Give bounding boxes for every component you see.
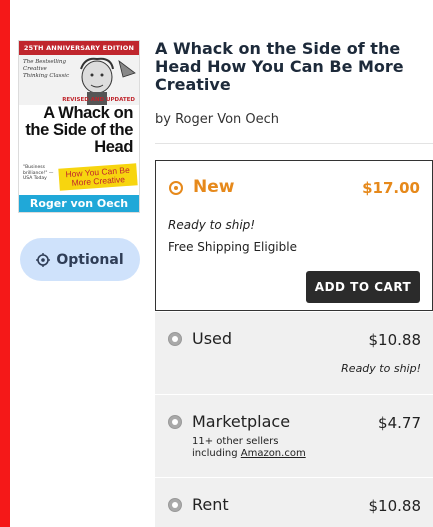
option-new-price: $17.00 (362, 179, 420, 197)
radio-used[interactable] (168, 332, 182, 346)
option-new-free-shipping: Free Shipping Eligible (168, 240, 297, 254)
option-marketplace-price: $4.77 (378, 414, 421, 432)
divider (155, 143, 433, 144)
amazon-sellers-link[interactable]: Amazon.com (241, 448, 306, 459)
book-author: by Roger Von Oech (155, 112, 280, 127)
book-cover-image[interactable]: 25TH ANNIVERSARY EDITION The Bestselling… (18, 40, 140, 213)
cover-author: Roger von Oech (19, 195, 139, 212)
sellers-count: 11+ other sellers (192, 436, 279, 447)
add-to-cart-button[interactable]: ADD TO CART (306, 271, 420, 303)
option-marketplace[interactable]: Marketplace $4.77 11+ other sellers incl… (155, 395, 433, 477)
option-used[interactable]: Used $10.88 Ready to ship! (155, 312, 433, 394)
target-icon (36, 252, 51, 267)
option-marketplace-label: Marketplace (192, 412, 291, 431)
option-used-label: Used (192, 329, 233, 348)
option-rent-label: Rent (192, 495, 229, 514)
option-new[interactable]: New $17.00 Ready to ship! Free Shipping … (155, 160, 433, 311)
option-marketplace-sellers: 11+ other sellers including Amazon.com (192, 436, 306, 460)
cover-blurb: The Bestselling Creative Thinking Classi… (23, 59, 70, 79)
option-new-shipping-status: Ready to ship! (168, 218, 256, 232)
left-accent-bar (0, 0, 10, 527)
cover-anniversary-band: 25TH ANNIVERSARY EDITION (19, 41, 139, 55)
book-title: A Whack on the Side of the Head How You … (155, 39, 404, 94)
cover-quote: "Business brilliance!" —USA Today (23, 165, 54, 181)
radio-rent[interactable] (168, 498, 182, 512)
option-used-note: Ready to ship! (341, 362, 421, 375)
cover-title: A Whack on the Side of the Head (25, 104, 133, 156)
cover-edition-label: REVISED AND UPDATED (62, 97, 135, 103)
optional-button[interactable]: Optional (20, 238, 140, 281)
option-rent-price: $10.88 (368, 497, 422, 515)
optional-button-label: Optional (56, 251, 124, 268)
option-rent[interactable]: Rent $10.88 (155, 478, 433, 527)
option-new-label: New (193, 177, 235, 197)
sellers-prefix: including (192, 448, 238, 459)
option-used-price: $10.88 (368, 331, 422, 349)
cover-subtitle: How You Can Be More Creative (58, 163, 138, 191)
radio-marketplace[interactable] (168, 415, 182, 429)
radio-new-selected[interactable] (169, 181, 183, 195)
